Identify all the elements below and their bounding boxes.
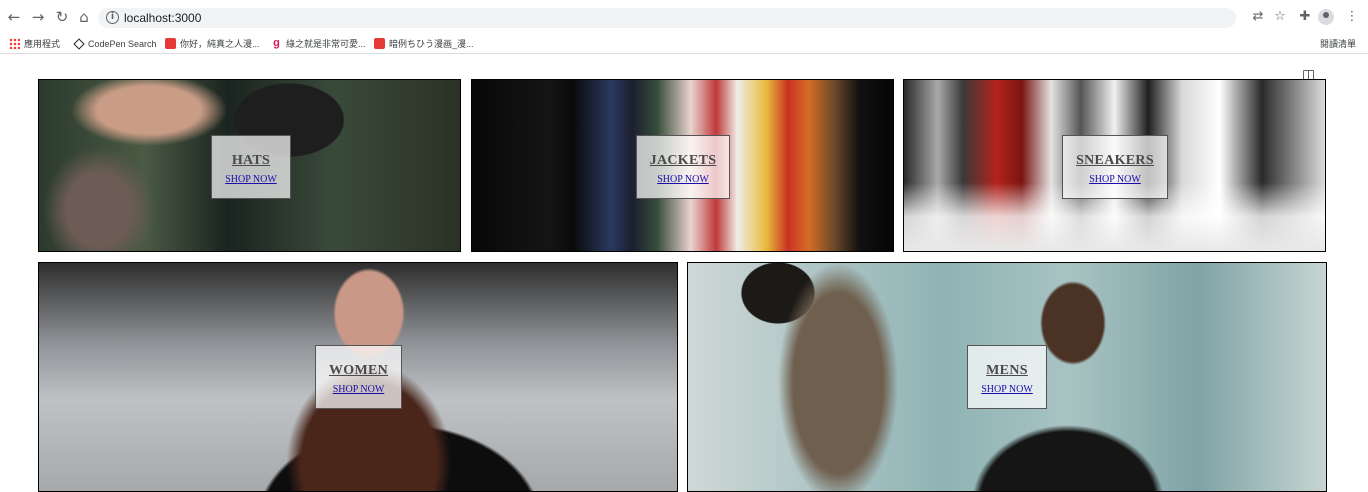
category-title: JACKETS xyxy=(649,153,717,168)
bookmark-label: 暗例ちひう漫画_漫... xyxy=(389,39,474,49)
bookmark-pink-icon: g xyxy=(273,37,280,50)
category-title: SNEAKERS xyxy=(1076,153,1154,168)
shop-now-link[interactable]: SHOP NOW xyxy=(968,384,1046,395)
bookmark-star-icon[interactable]: ☆ xyxy=(1272,9,1288,25)
reading-list-label: 閱讀清單 xyxy=(1320,39,1357,49)
forward-arrow-icon[interactable]: → xyxy=(30,9,46,25)
url-text[interactable]: localhost:3000 xyxy=(124,11,201,25)
reading-list[interactable]: 閱讀清單 xyxy=(1320,36,1356,52)
translate-icon[interactable]: ⇄ xyxy=(1250,9,1266,25)
category-tile-women[interactable]: WOMEN SHOP NOW xyxy=(38,262,678,492)
category-tile-hats[interactable]: HATS SHOP NOW xyxy=(38,79,461,252)
address-bar[interactable]: i localhost:3000 xyxy=(98,8,1236,28)
bookmark-apps[interactable]: 應用程式 xyxy=(9,36,60,52)
reload-icon[interactable]: ↻ xyxy=(54,9,70,25)
category-title: MENS xyxy=(986,363,1028,378)
shop-now-link[interactable]: SHOP NOW xyxy=(637,174,729,185)
category-title: HATS xyxy=(231,153,271,168)
shop-now-link[interactable]: SHOP NOW xyxy=(1063,174,1167,185)
bookmark-codepen[interactable]: CodePen Search xyxy=(73,36,157,52)
category-label-box[interactable]: WOMEN SHOP NOW xyxy=(315,345,402,409)
info-icon[interactable]: i xyxy=(106,11,119,24)
category-tile-jackets[interactable]: JACKETS SHOP NOW xyxy=(471,79,894,252)
bookmark-manga-3[interactable]: 暗例ちひう漫画_漫... xyxy=(374,36,474,52)
category-label-box[interactable]: MENS SHOP NOW xyxy=(967,345,1047,409)
shop-now-link[interactable]: SHOP NOW xyxy=(316,384,401,395)
apps-grid-icon xyxy=(9,38,20,50)
bookmark-manga-1[interactable]: 你好，純真之人漫... xyxy=(165,36,260,52)
back-arrow-icon[interactable]: ← xyxy=(6,9,22,25)
category-label-box[interactable]: HATS SHOP NOW xyxy=(211,135,291,199)
category-tile-mens[interactable]: MENS SHOP NOW xyxy=(687,262,1327,492)
browser-toolbar: ← → ↻ ⌂ i localhost:3000 ⇄ ☆ ✚ ⋮ xyxy=(0,0,1368,34)
bookmark-label: 應用程式 xyxy=(24,39,61,49)
home-icon[interactable]: ⌂ xyxy=(76,9,92,25)
bookmark-manga-2[interactable]: g 綠之就是非常可愛... xyxy=(271,36,366,52)
bookmark-label: 你好，純真之人漫... xyxy=(180,39,260,49)
bookmark-red-icon xyxy=(165,38,176,50)
bookmarks-bar: 應用程式 CodePen Search 你好，純真之人漫... g 綠之就是非常可… xyxy=(0,34,1368,81)
profile-icon[interactable] xyxy=(1318,9,1334,25)
bookmark-label: 綠之就是非常可愛... xyxy=(286,39,366,49)
bookmark-label: CodePen Search xyxy=(88,39,157,49)
shop-now-link[interactable]: SHOP NOW xyxy=(212,174,290,185)
bookmark-red-icon xyxy=(374,38,385,50)
category-label-box[interactable]: JACKETS SHOP NOW xyxy=(636,135,730,199)
extensions-icon[interactable]: ✚ xyxy=(1297,9,1313,25)
codepen-icon xyxy=(73,37,85,50)
category-tile-sneakers[interactable]: SNEAKERS SHOP NOW xyxy=(903,79,1326,252)
category-title: WOMEN xyxy=(328,363,389,378)
menu-icon[interactable]: ⋮ xyxy=(1344,9,1360,25)
category-label-box[interactable]: SNEAKERS SHOP NOW xyxy=(1062,135,1168,199)
